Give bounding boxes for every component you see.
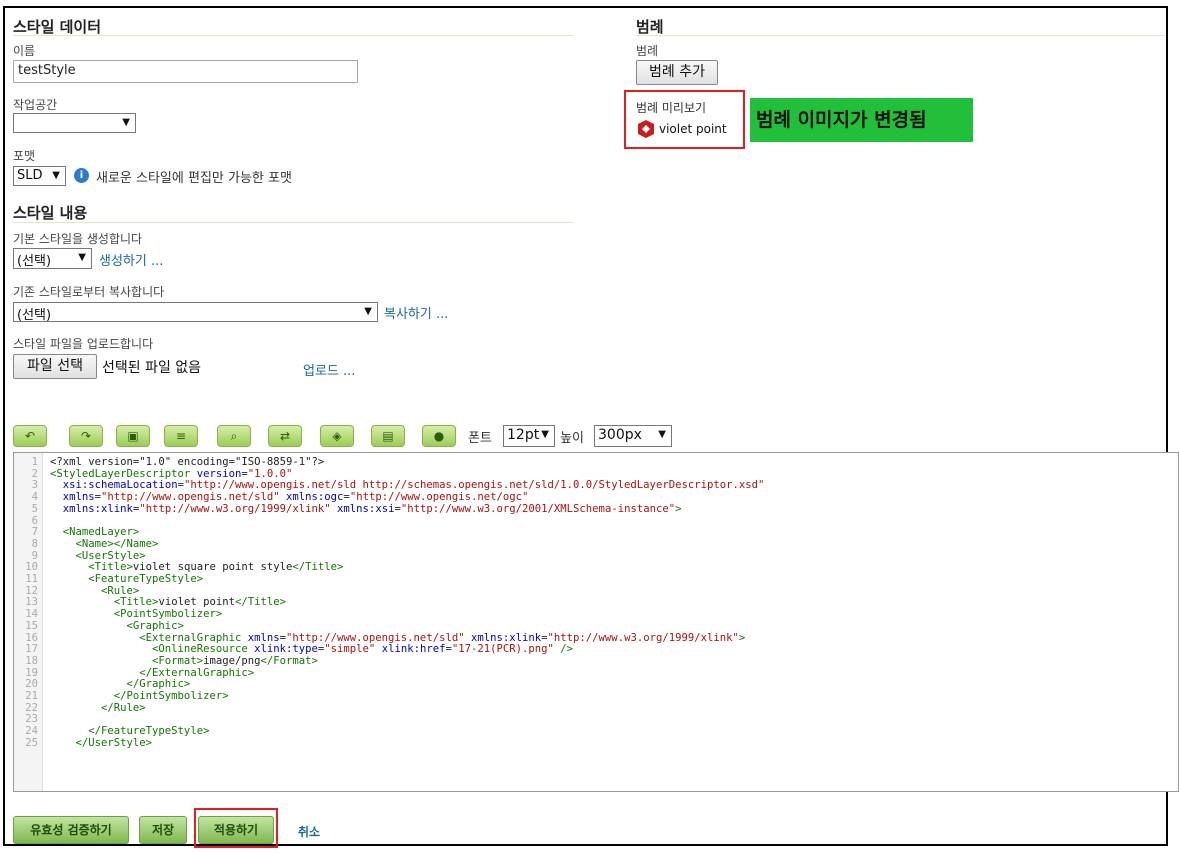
line-number: 11 [25,573,38,585]
format-select[interactable]: SLD ▼ [13,166,66,186]
cancel-link[interactable]: 취소 [298,823,320,840]
format-label: 포맷 [13,149,36,163]
go-to-line-icon[interactable]: ▣ [116,425,150,447]
upload-link[interactable]: 업로드 ... [303,360,355,379]
replace-icon[interactable]: ⇄ [268,425,302,447]
height-value: 300px [598,427,642,443]
generate-select[interactable]: (선택) ▼ [13,248,92,269]
generate-label: 기본 스타일을 생성합니다 [13,232,143,246]
chevron-down-icon: ▼ [658,429,666,440]
style-content-heading: 스타일 내용 [13,204,88,222]
graphics-icon[interactable]: ◈ [320,425,354,447]
code-editor[interactable]: 1 2 3 4 5 6 7 8 9 10 11 12 13 14 15 16 1… [13,452,1179,792]
file-status: 선택된 파일 없음 [102,360,202,376]
line-number: 18 [25,654,38,667]
chevron-down-icon: ▼ [541,429,549,440]
style-data-heading: 스타일 데이터 [13,18,102,36]
copy-select-value: (선택) [17,308,52,323]
font-label: 폰트 [468,431,492,446]
height-label: 높이 [560,431,584,446]
format-select-value: SLD [17,168,43,183]
divider [13,222,573,223]
highlight-box [194,808,278,848]
file-select-button[interactable]: 파일 선택 [13,354,97,379]
code-line: xmlns:xlink="http://www.w3.org/1999/xlin… [62,502,682,515]
legend-preview-label: 범례 미리보기 [636,101,707,115]
redo-icon[interactable]: ↷ [69,425,103,447]
legend-label: 범례 [636,44,659,58]
copy-select[interactable]: (선택) ▼ [13,302,378,323]
line-number-gutter: 1 2 3 4 5 6 7 8 9 10 11 12 13 14 15 16 1… [14,453,43,791]
legend-heading: 범례 [636,18,664,36]
add-legend-button[interactable]: 범례 추가 [636,60,718,85]
line-number: 25 [25,736,38,749]
undo-icon[interactable]: ↶ [13,425,47,447]
height-select[interactable]: 300px ▼ [594,425,672,447]
line-number: 15 [25,619,38,632]
violet-point-symbol-icon [638,120,654,138]
reformat-icon[interactable]: ≡ [164,425,198,447]
generate-select-value: (선택) [17,254,52,269]
name-label: 이름 [13,44,36,58]
validate-button[interactable]: 유효성 검증하기 [13,816,129,844]
code-line: </UserStyle> [50,736,153,749]
line-number: 1 [31,456,38,468]
name-input[interactable]: testStyle [13,60,358,83]
image-icon[interactable]: ▤ [371,425,405,447]
font-size-value: 12pt [507,427,540,443]
line-number: 5 [31,502,38,515]
workspace-label: 작업공간 [13,98,58,112]
find-icon[interactable]: ⌕ [217,425,251,447]
legend-changed-callout: 범례 이미지가 변경됨 [750,98,973,142]
format-info-text: 새로운 스타일에 편집만 가능한 포맷 [96,171,292,186]
info-icon: i [74,168,89,183]
chevron-down-icon: ▼ [52,170,60,181]
legend-preview-item: violet point [659,122,727,136]
chevron-down-icon: ▼ [364,306,372,317]
generate-link[interactable]: 생성하기 ... [99,250,163,269]
save-button[interactable]: 저장 [139,816,187,844]
line-number: 21 [25,690,38,702]
line-number: 8 [31,537,38,550]
chevron-down-icon: ▼ [122,117,130,128]
workspace-select[interactable]: ▼ [13,113,136,133]
upload-label: 스타일 파일을 업로드합니다 [13,337,154,351]
copy-link[interactable]: 복사하기 ... [384,303,448,322]
color-picker-icon[interactable]: ● [422,425,456,447]
font-size-select[interactable]: 12pt ▼ [503,425,555,447]
code-line: </Rule> [50,701,146,714]
divider [13,35,573,36]
chevron-down-icon: ▼ [78,252,86,263]
copy-label: 기존 스타일로부터 복사합니다 [13,285,165,299]
divider [636,35,1166,36]
